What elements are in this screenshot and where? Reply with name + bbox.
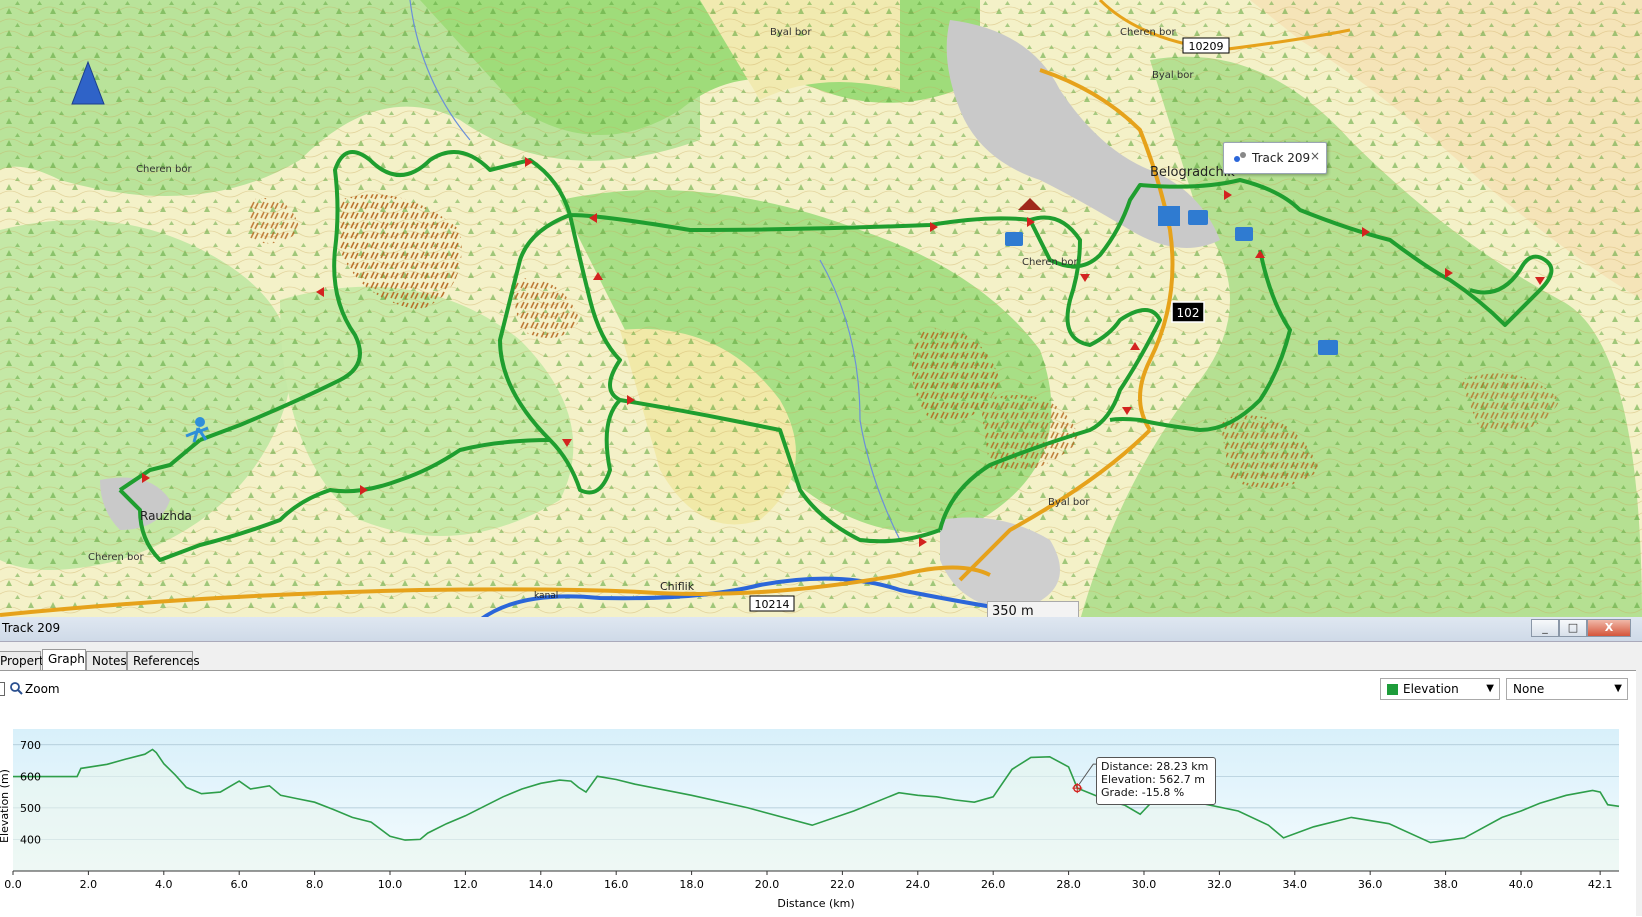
elevation-dropdown-value: Elevation <box>1403 682 1459 696</box>
y-tick-label: 600 <box>20 770 41 783</box>
x-tick-label: 26.0 <box>981 878 1006 891</box>
chevron-down-icon: ▼ <box>1486 683 1494 694</box>
minimize-button[interactable]: _ <box>1531 619 1559 637</box>
secondary-dropdown-value: None <box>1513 682 1545 696</box>
readout-elevation: Elevation: 562.7 m <box>1101 773 1206 786</box>
road-102-label: 102 <box>1177 306 1200 320</box>
track-popup[interactable]: Track 209 × <box>1223 142 1327 174</box>
x-tick-label: 4.0 <box>155 878 173 891</box>
tab-references[interactable]: References <box>127 651 200 670</box>
x-axis-ticks: 0.0 2.0 4.0 6.0 8.0 10.0 12.0 14.0 16.0 18.0 20.0 2… <box>4 871 1612 891</box>
tab-graph[interactable]: Graph <box>42 649 86 670</box>
x-axis-label: Distance (km) <box>777 897 854 910</box>
map-label-chiflik: Chiflik <box>660 580 695 593</box>
track-popup-title: Track 209 <box>1252 151 1311 165</box>
tab-properties[interactable]: Properties <box>0 651 61 670</box>
map-label-byal-bor: Byal bor <box>770 27 812 38</box>
elevation-chart[interactable]: 0.0 2.0 4.0 6.0 8.0 10.0 12.0 14.0 16.0 18.0 20.0 2… <box>0 726 1636 916</box>
readout-grade: Grade: -15.8 % <box>1101 786 1185 799</box>
map-label-cheren-bor: Cheren bor <box>136 164 192 175</box>
panel-titlebar[interactable]: Track 209 _ □ X <box>0 617 1642 642</box>
zoom-checkbox[interactable] <box>0 682 5 696</box>
track-pin-icon <box>1234 152 1246 162</box>
x-tick-label: 36.0 <box>1358 878 1383 891</box>
panel-title: Track 209 <box>2 621 61 635</box>
x-tick-label: 8.0 <box>306 878 324 891</box>
x-tick-label: 38.0 <box>1433 878 1458 891</box>
close-button[interactable]: X <box>1587 619 1631 637</box>
map-label-cheren-bor-3: Cheren bor <box>88 552 144 563</box>
track-popup-close-icon[interactable]: × <box>1310 149 1320 163</box>
map-view[interactable]: 10209 102 10214 Cheren bor Cheren bor Ch… <box>0 0 1642 620</box>
map-label-byal-bor-2: Byal bor <box>1152 70 1194 81</box>
x-tick-label: 20.0 <box>755 878 780 891</box>
x-tick-label: 18.0 <box>679 878 704 891</box>
x-tick-label: 28.0 <box>1056 878 1081 891</box>
x-tick-label: 22.0 <box>830 878 855 891</box>
x-tick-label: 12.0 <box>453 878 478 891</box>
x-tick-label: 0.0 <box>4 878 22 891</box>
zoom-label: Zoom <box>25 682 60 696</box>
tab-notes[interactable]: Notes <box>86 651 127 670</box>
secondary-dropdown[interactable]: None ▼ <box>1506 678 1628 700</box>
x-tick-label: 16.0 <box>604 878 629 891</box>
x-tick-label: 10.0 <box>378 878 403 891</box>
elevation-dropdown[interactable]: Elevation ▼ <box>1380 678 1500 700</box>
magnifier-icon <box>10 682 23 695</box>
y-tick-label: 500 <box>20 802 41 815</box>
restaurant-icon <box>1158 206 1180 226</box>
elevation-swatch <box>1387 684 1398 695</box>
track-properties-panel: Track 209 _ □ X Properties Graph Notes R… <box>0 617 1642 917</box>
y-axis-label: Elevation (m) <box>0 769 11 843</box>
x-tick-label: 42.1 <box>1588 878 1613 891</box>
x-tick-label: 14.0 <box>529 878 554 891</box>
road-10209-label: 10209 <box>1189 40 1224 53</box>
x-tick-label: 6.0 <box>230 878 248 891</box>
graph-pane: Zoom Elevation ▼ None ▼ 0.0 2.0 4.0 6.0 8.0 1… <box>0 670 1636 917</box>
x-tick-label: 30.0 <box>1132 878 1157 891</box>
chevron-down-icon: ▼ <box>1614 683 1622 694</box>
x-tick-label: 40.0 <box>1509 878 1534 891</box>
road-10214-label: 10214 <box>755 598 790 611</box>
y-tick-label: 400 <box>20 833 41 846</box>
maximize-button[interactable]: □ <box>1559 619 1587 637</box>
x-tick-label: 2.0 <box>80 878 98 891</box>
x-tick-label: 34.0 <box>1283 878 1308 891</box>
map-label-byal-bor-3: Byal bor <box>1048 497 1090 508</box>
readout-distance: Distance: 28.23 km <box>1101 760 1209 773</box>
map-label-kanal: kanal <box>534 591 558 601</box>
marker-readout: Distance: 28.23 km Elevation: 562.7 m Gr… <box>1096 757 1216 805</box>
map-label-rabisha: Rauzhda <box>140 509 192 523</box>
map-label-cheren-bor-4: Cheren bor <box>1120 27 1176 38</box>
x-tick-label: 32.0 <box>1207 878 1232 891</box>
map-label-cheren-bor-2: Cheren bor <box>1022 257 1078 268</box>
y-tick-label: 700 <box>20 739 41 752</box>
x-tick-label: 24.0 <box>906 878 931 891</box>
topographic-map[interactable]: 10209 102 10214 Cheren bor Cheren bor Ch… <box>0 0 1642 620</box>
